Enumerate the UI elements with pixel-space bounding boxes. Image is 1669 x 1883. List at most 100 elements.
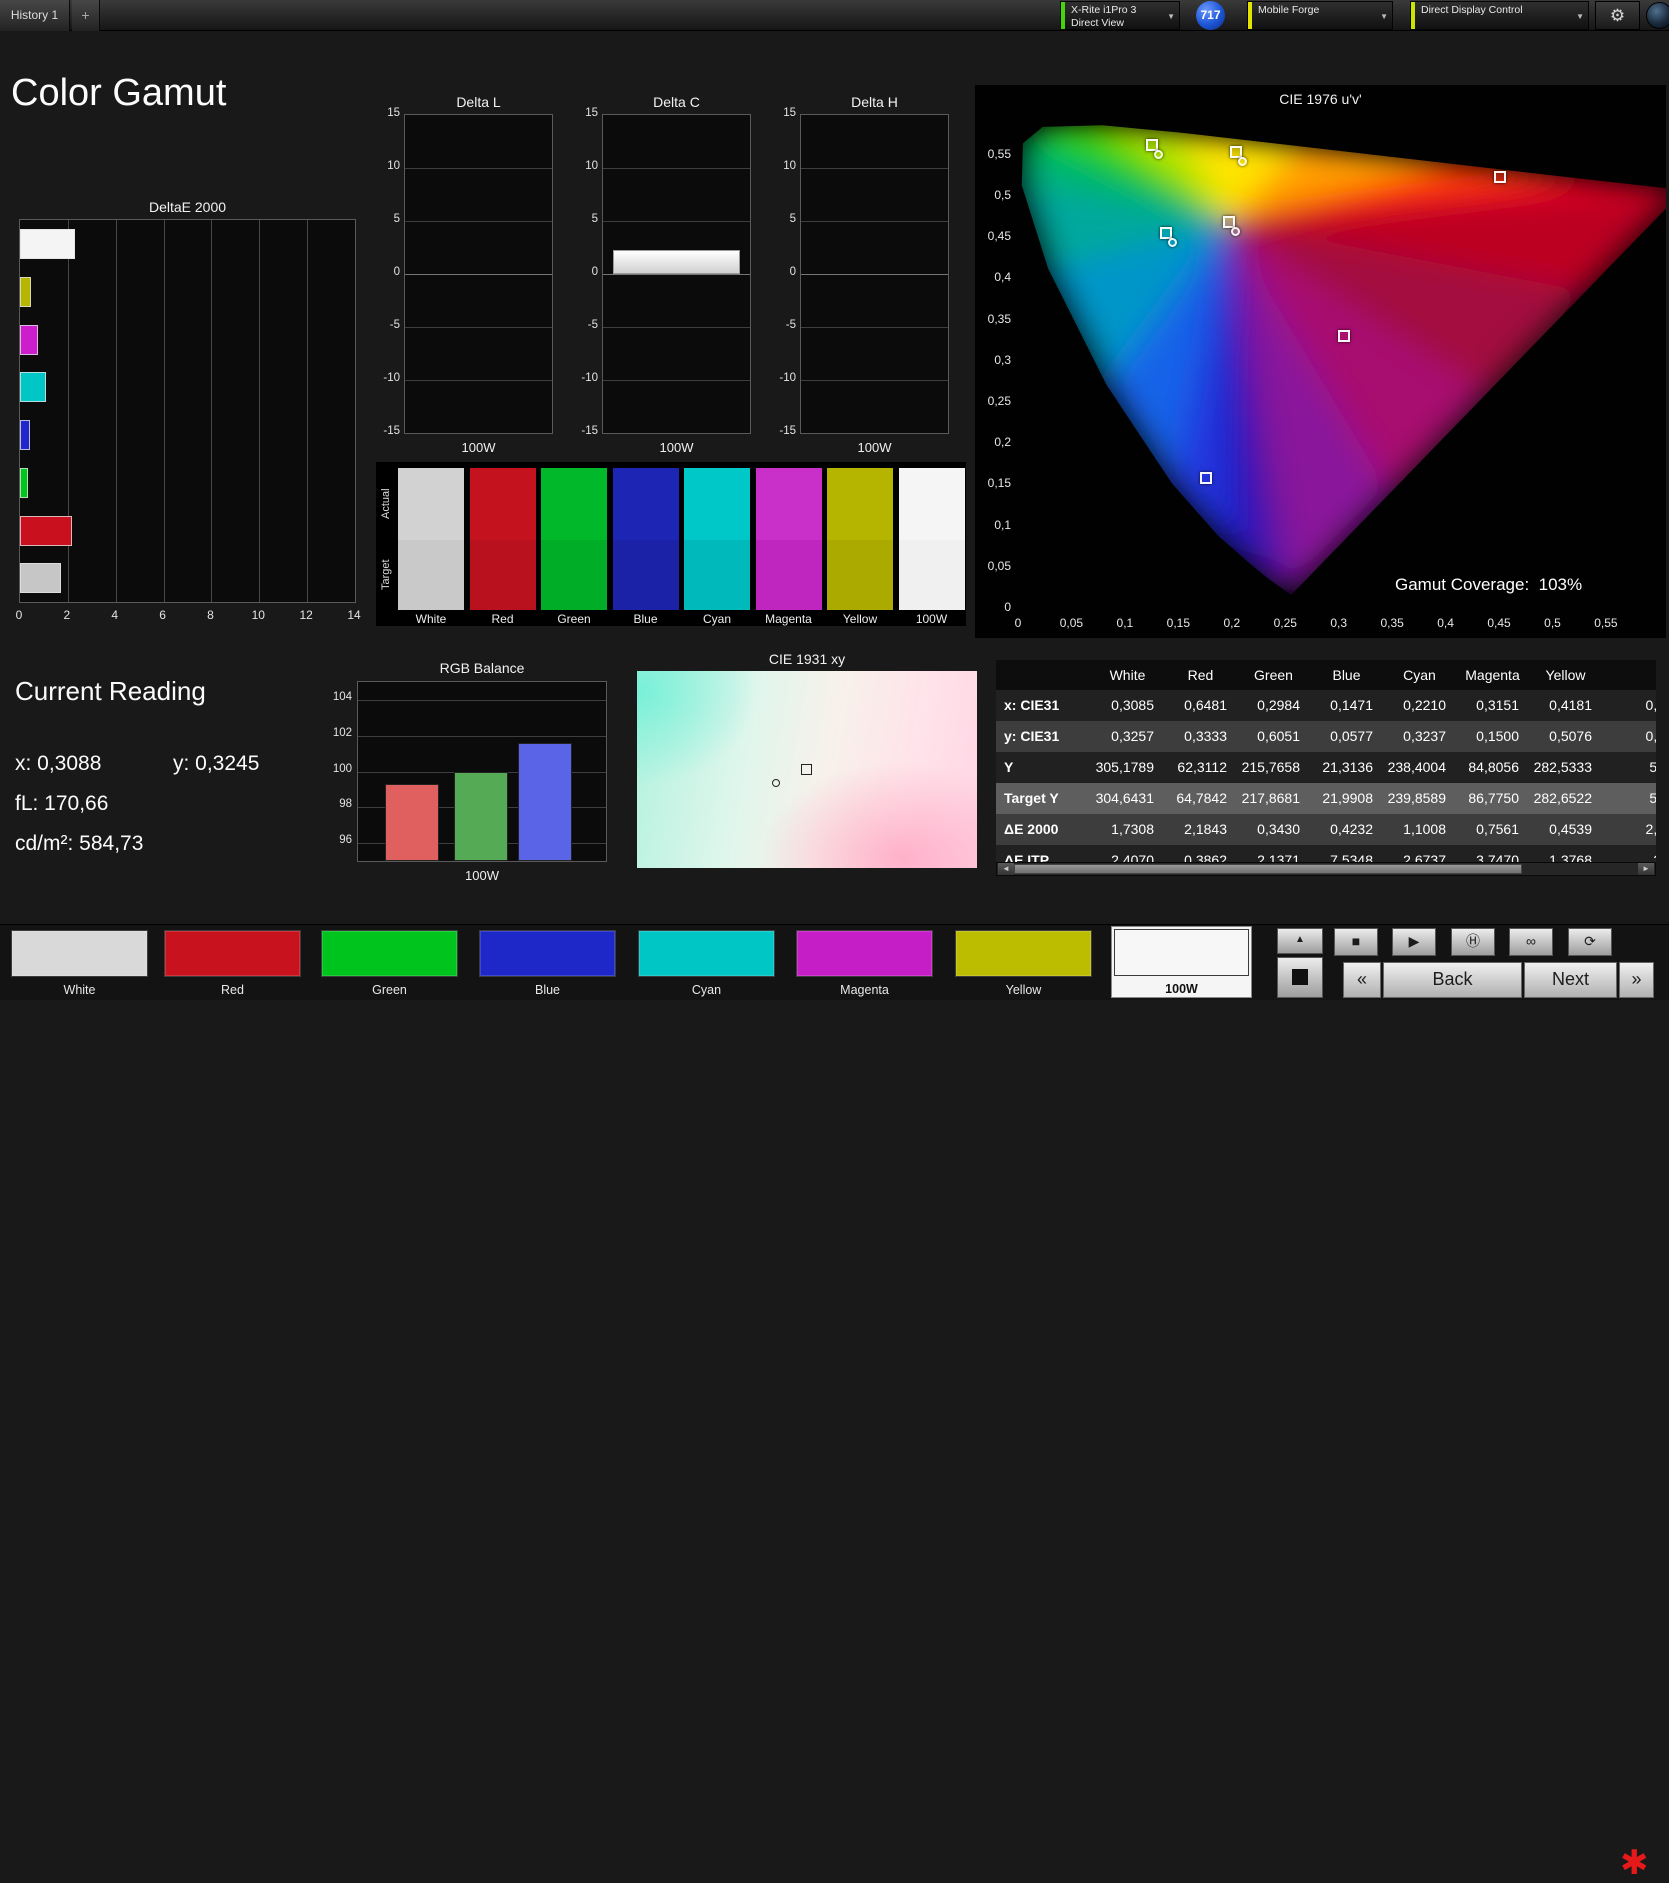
- axis-tick-label: 0: [1014, 616, 1022, 630]
- table-cell: 0,2210: [1403, 697, 1446, 713]
- measured-marker: [772, 779, 781, 788]
- pattern-label: Cyan: [691, 983, 722, 997]
- hold-button[interactable]: Ⓗ: [1451, 928, 1495, 956]
- swatch-target-green: [541, 540, 607, 610]
- up-icon: ▲: [1295, 934, 1305, 945]
- axis-tick-label: 10: [387, 160, 400, 172]
- pattern-label: Yellow: [1005, 983, 1042, 997]
- gridline: [307, 220, 309, 602]
- chevron-down-icon: ▼: [1576, 12, 1584, 21]
- pattern-window-button[interactable]: [1277, 957, 1323, 998]
- swatch-actual-100w: [898, 468, 965, 540]
- stop-button[interactable]: ■: [1334, 928, 1378, 956]
- table-cell: 0,3085: [1111, 697, 1154, 713]
- swatch-actual-white: [398, 468, 464, 540]
- continuous-read-button[interactable]: ∞: [1509, 928, 1553, 956]
- pattern-button-red[interactable]: Red: [162, 928, 303, 998]
- chart-plot-area: [404, 114, 553, 434]
- gamut-marker-cyan: [1160, 226, 1173, 239]
- table-cell: 21,9908: [1322, 790, 1373, 806]
- cie1931-chart: [637, 671, 977, 868]
- pattern-button-100w[interactable]: 100W: [1111, 926, 1252, 998]
- axis-tick-label: 0,55: [987, 146, 1011, 161]
- gridline: [603, 168, 750, 169]
- chevron-down-icon: ▼: [1380, 12, 1388, 21]
- table-cell: 0,5076: [1549, 728, 1592, 744]
- table-cell: 62,3112: [1177, 759, 1227, 775]
- axis-tick-label: 0,35: [1380, 616, 1404, 630]
- gridline: [801, 380, 948, 381]
- table-cell: 0,3: [1645, 697, 1656, 713]
- add-tab-button[interactable]: +: [72, 0, 100, 31]
- scroll-left-button[interactable]: ◄: [998, 863, 1014, 875]
- table-cell: 84,8056: [1468, 759, 1519, 775]
- pattern-button-white[interactable]: White: [9, 928, 150, 998]
- swatch-label: Magenta: [765, 612, 812, 626]
- refresh-button[interactable]: ⟳: [1568, 928, 1612, 956]
- display-control-selector[interactable]: Direct Display Control ▼: [1410, 1, 1589, 30]
- axis-tick-label: 10: [251, 608, 265, 622]
- axis-tick-label: -15: [383, 425, 400, 437]
- row-label: Y: [1004, 759, 1014, 775]
- swatch-actual-yellow: [827, 468, 893, 540]
- gear-icon: ⚙: [1609, 6, 1626, 25]
- dim-lights-button[interactable]: [1646, 2, 1669, 29]
- gridline: [801, 274, 948, 275]
- previous-chevron-button[interactable]: «: [1343, 962, 1381, 998]
- pattern-button-green[interactable]: Green: [319, 928, 460, 998]
- axis-tick-label: 0,25: [1273, 616, 1297, 630]
- table-row: ΔE 2000 1,7308 2,1843 0,3430 0,4232 1,1008 0,7…: [996, 814, 1656, 845]
- table-cell: 0,4539: [1549, 821, 1592, 837]
- table-cell: 58: [1649, 790, 1656, 806]
- source-selector[interactable]: Mobile Forge ▼: [1247, 1, 1393, 30]
- back-button[interactable]: Back: [1383, 962, 1522, 998]
- pattern-bar: ✱ « Back Next » White Red Green Blue Cyan Mag…: [0, 924, 1669, 1882]
- swatch-label: Green: [557, 612, 591, 626]
- swatch-label: Blue: [633, 612, 658, 626]
- column-header: Cyan: [1403, 667, 1436, 683]
- table-cell: 0,6481: [1184, 697, 1227, 713]
- pattern-button-magenta[interactable]: Magenta: [794, 928, 935, 998]
- scrollbar-thumb[interactable]: [1014, 864, 1522, 874]
- axis-tick-label: 0: [1004, 600, 1011, 614]
- pattern-up-button[interactable]: ▲: [1277, 928, 1323, 954]
- table-cell: 2,3: [1645, 821, 1656, 837]
- table-cell: 64,7842: [1176, 790, 1227, 806]
- pattern-button-cyan[interactable]: Cyan: [636, 928, 777, 998]
- gamut-coverage-value: 103%: [1538, 575, 1583, 594]
- swatch-actual-green: [541, 468, 607, 540]
- axis-tick-label: 0,05: [987, 558, 1011, 573]
- next-chevron-button[interactable]: »: [1619, 962, 1654, 998]
- x-axis-label: 100W: [465, 868, 499, 883]
- meter-selector[interactable]: X-Rite i1Pro 3 Direct View ▼: [1060, 1, 1180, 30]
- gamut-coverage: Gamut Coverage: 103%: [1395, 575, 1582, 595]
- x-axis-label: 100W: [659, 440, 694, 455]
- scroll-right-button[interactable]: ►: [1638, 863, 1654, 875]
- gridline: [259, 220, 261, 602]
- axis-tick-label: 0: [393, 266, 400, 278]
- axis-tick-label: 100: [332, 762, 352, 775]
- settings-button[interactable]: ⚙: [1595, 1, 1640, 30]
- next-button[interactable]: Next: [1524, 962, 1617, 998]
- axis-tick-label: 0,4: [1437, 616, 1454, 630]
- bar-blue: [518, 742, 572, 861]
- gridline: [405, 274, 552, 275]
- tab-history-1[interactable]: History 1: [0, 0, 70, 31]
- axis-tick-label: -15: [779, 425, 796, 437]
- reading-fl: fL: 170,66: [15, 792, 109, 815]
- table-horizontal-scrollbar[interactable]: ◄ ►: [996, 862, 1656, 876]
- axis-tick-label: -10: [779, 372, 796, 384]
- axis-tick-label: 5: [393, 213, 400, 225]
- table-cell: 0,3257: [1111, 728, 1154, 744]
- play-button[interactable]: ▶: [1392, 928, 1436, 956]
- table-row: y: CIE31 0,3257 0,3333 0,6051 0,0577 0,3237 0,…: [996, 721, 1656, 752]
- pattern-button-blue[interactable]: Blue: [477, 928, 618, 998]
- table-row: x: CIE31 0,3085 0,6481 0,2984 0,1471 0,2210 0,…: [996, 690, 1656, 721]
- row-label: x: CIE31: [1004, 697, 1060, 713]
- chart-title: RGB Balance: [439, 660, 525, 676]
- axis-tick-label: 0,15: [1166, 616, 1191, 630]
- stop-icon: ■: [1351, 933, 1361, 949]
- swatch-target-magenta: [755, 540, 822, 610]
- pattern-button-yellow[interactable]: Yellow: [953, 928, 1094, 998]
- table-cell: 0,3: [1645, 728, 1656, 744]
